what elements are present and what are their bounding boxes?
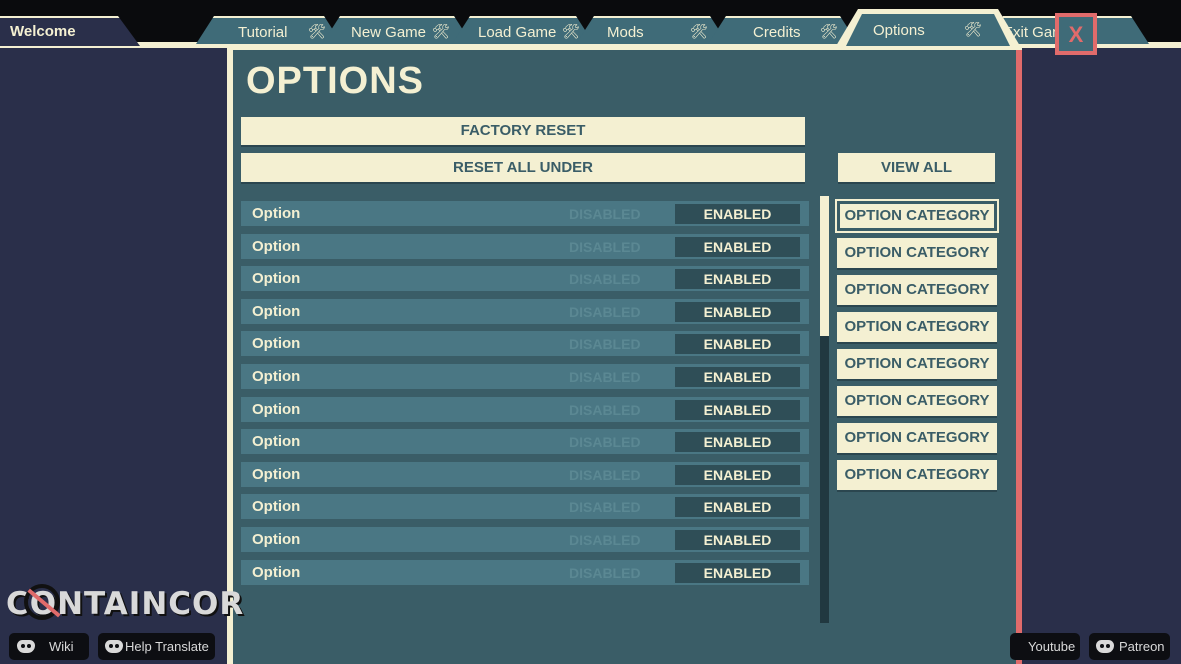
page-title: OPTIONS [246,60,425,102]
category-button[interactable]: OPTION CATEGORY [837,386,997,416]
option-disabled-toggle[interactable]: DISABLED [569,434,641,450]
tab-welcome[interactable]: Welcome [0,16,140,46]
tools-icon: 🛠 [690,23,708,39]
option-label: Option [252,335,301,353]
tools-icon: 🛠 [308,23,326,39]
tab-new-game-label: New Game [351,24,427,41]
option-disabled-toggle[interactable]: DISABLED [569,271,641,287]
option-disabled-toggle[interactable]: DISABLED [569,369,641,385]
option-row: Option DISABLED ENABLED [241,266,809,292]
option-label: Option [252,237,301,255]
option-enabled-toggle[interactable]: ENABLED [675,366,800,387]
option-label: Option [252,367,301,385]
option-disabled-toggle[interactable]: DISABLED [569,402,641,418]
category-button[interactable]: OPTION CATEGORY [837,312,997,342]
option-disabled-toggle[interactable]: DISABLED [569,565,641,581]
option-row: Option DISABLED ENABLED [241,559,809,585]
reset-all-under-button[interactable]: RESET ALL UNDER [241,153,805,182]
tab-new-game[interactable]: New Game 🛠 [322,16,472,44]
tab-options-label: Options [873,22,925,39]
close-button[interactable]: X [1055,13,1097,55]
option-disabled-toggle[interactable]: DISABLED [569,336,641,352]
patreon-link[interactable]: Patreon [1089,633,1170,660]
option-label: Option [252,498,301,516]
option-disabled-toggle[interactable]: DISABLED [569,532,641,548]
option-enabled-toggle[interactable]: ENABLED [675,334,800,355]
option-enabled-toggle[interactable]: ENABLED [675,432,800,453]
wiki-link[interactable]: Wiki [9,633,89,660]
option-enabled-toggle[interactable]: ENABLED [675,562,800,583]
option-row: Option DISABLED ENABLED [241,363,809,389]
discord-icon [17,640,35,653]
help-translate-label: Help Translate [125,639,209,654]
tab-options[interactable]: Options 🛠 [846,14,1010,46]
option-enabled-toggle[interactable]: ENABLED [675,399,800,420]
category-list: OPTION CATEGORY OPTION CATEGORY OPTION C… [835,199,999,497]
options-scrollbar-thumb[interactable] [820,196,829,336]
option-enabled-toggle[interactable]: ENABLED [675,497,800,518]
patreon-label: Patreon [1119,639,1165,654]
option-row: Option DISABLED ENABLED [241,201,809,226]
category-button[interactable]: OPTION CATEGORY [837,275,997,305]
youtube-link[interactable]: Youtube [1010,633,1080,660]
option-enabled-toggle[interactable]: ENABLED [675,301,800,322]
option-disabled-toggle[interactable]: DISABLED [569,499,641,515]
youtube-label: Youtube [1028,639,1076,654]
option-label: Option [252,270,301,288]
option-enabled-toggle[interactable]: ENABLED [675,236,800,257]
option-row: Option DISABLED ENABLED [241,526,809,552]
category-button[interactable]: OPTION CATEGORY [837,423,997,453]
option-row: Option DISABLED ENABLED [241,461,809,487]
tab-tutorial[interactable]: Tutorial 🛠 [196,16,342,44]
category-button[interactable]: OPTION CATEGORY [837,238,997,268]
option-label: Option [252,530,301,548]
option-disabled-toggle[interactable]: DISABLED [569,467,641,483]
tools-icon: 🛠 [562,23,580,39]
option-row: Option DISABLED ENABLED [241,396,809,422]
option-disabled-toggle[interactable]: DISABLED [569,304,641,320]
tab-load-game[interactable]: Load Game 🛠 [452,16,594,44]
factory-reset-button[interactable]: FACTORY RESET [241,117,805,145]
tools-icon: 🛠 [432,23,450,39]
option-enabled-toggle[interactable]: ENABLED [675,204,800,224]
view-all-button[interactable]: VIEW ALL [838,153,995,182]
wiki-label: Wiki [49,639,74,654]
option-row: Option DISABLED ENABLED [241,331,809,357]
option-enabled-toggle[interactable]: ENABLED [675,529,800,550]
category-button[interactable]: OPTION CATEGORY [835,199,999,233]
tools-icon: 🛠 [964,21,982,37]
category-button[interactable]: OPTION CATEGORY [837,460,997,490]
option-label: Option [252,563,301,581]
category-button[interactable]: OPTION CATEGORY [837,349,997,379]
tab-mods[interactable]: Mods 🛠 [576,16,728,44]
option-label: Option [252,433,301,451]
options-list: Option DISABLED ENABLED Option DISABLED … [241,201,809,592]
option-label: Option [252,302,301,320]
option-row: Option DISABLED ENABLED [241,298,809,324]
option-row: Option DISABLED ENABLED [241,233,809,259]
option-label: Option [252,400,301,418]
tools-icon: 🛠 [820,23,838,39]
option-label: Option [252,465,301,483]
option-disabled-toggle[interactable]: DISABLED [569,206,641,222]
option-disabled-toggle[interactable]: DISABLED [569,239,641,255]
help-translate-link[interactable]: Help Translate [98,633,215,660]
discord-icon [1096,640,1114,653]
option-row: Option DISABLED ENABLED [241,429,809,455]
option-row: Option DISABLED ENABLED [241,494,809,520]
discord-icon [105,640,123,653]
option-enabled-toggle[interactable]: ENABLED [675,464,800,485]
tab-credits[interactable]: Credits 🛠 [708,16,858,44]
tab-mods-label: Mods [607,24,644,41]
panel-edge-accent [1016,50,1022,664]
option-label: Option [252,205,301,222]
tab-welcome-label: Welcome [10,23,76,40]
option-enabled-toggle[interactable]: ENABLED [675,269,800,290]
